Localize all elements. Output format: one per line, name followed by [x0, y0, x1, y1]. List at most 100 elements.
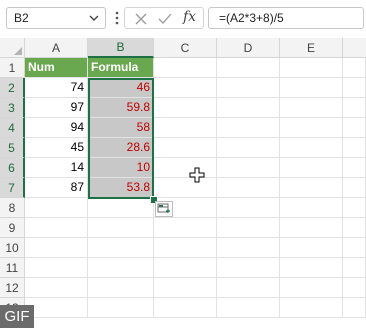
empty-cell[interactable] [343, 258, 366, 278]
row-header-3[interactable]: 3 [0, 98, 25, 118]
empty-cell[interactable] [280, 158, 343, 178]
cell-b6[interactable]: 10 [88, 158, 154, 178]
cell-b2[interactable]: 46 [88, 78, 154, 98]
empty-cell[interactable] [217, 238, 280, 258]
cell-b5[interactable]: 28.6 [88, 138, 154, 158]
cell-a4[interactable]: 94 [25, 118, 88, 138]
row-header-6[interactable]: 6 [0, 158, 25, 178]
empty-cell[interactable] [217, 158, 280, 178]
empty-cell[interactable] [154, 58, 217, 78]
empty-cell[interactable] [154, 158, 217, 178]
empty-cell[interactable] [25, 278, 88, 298]
empty-cell[interactable] [217, 138, 280, 158]
empty-cell[interactable] [154, 138, 217, 158]
cancel-icon[interactable] [133, 11, 149, 27]
empty-cell[interactable] [280, 238, 343, 258]
empty-cell[interactable] [280, 98, 343, 118]
empty-cell[interactable] [154, 118, 217, 138]
chevron-down-icon[interactable] [88, 12, 100, 24]
empty-cell[interactable] [343, 58, 366, 78]
empty-cell[interactable] [217, 98, 280, 118]
empty-cell[interactable] [88, 258, 154, 278]
cell-a7[interactable]: 87 [25, 178, 88, 198]
column-header-e[interactable]: E [280, 38, 343, 58]
row-header-2[interactable]: 2 [0, 78, 25, 98]
column-header-d[interactable]: D [217, 38, 280, 58]
empty-cell[interactable] [154, 218, 217, 238]
column-header-b[interactable]: B [88, 38, 154, 58]
empty-cell[interactable] [280, 298, 343, 318]
column-header-c[interactable]: C [154, 38, 217, 58]
empty-cell[interactable] [280, 178, 343, 198]
empty-cell[interactable] [280, 58, 343, 78]
cell-b4[interactable]: 58 [88, 118, 154, 138]
empty-cell[interactable] [343, 118, 366, 138]
empty-cell[interactable] [280, 138, 343, 158]
empty-cell[interactable] [25, 298, 88, 318]
empty-cell[interactable] [280, 118, 343, 138]
column-header-partial[interactable] [343, 38, 366, 58]
cell-a5[interactable]: 45 [25, 138, 88, 158]
empty-cell[interactable] [217, 78, 280, 98]
empty-cell[interactable] [88, 218, 154, 238]
empty-cell[interactable] [343, 138, 366, 158]
cell-a6[interactable]: 14 [25, 158, 88, 178]
row-header-5[interactable]: 5 [0, 138, 25, 158]
empty-cell[interactable] [343, 78, 366, 98]
empty-cell[interactable] [343, 178, 366, 198]
empty-cell[interactable] [343, 278, 366, 298]
empty-cell[interactable] [343, 198, 366, 218]
empty-cell[interactable] [88, 198, 154, 218]
empty-cell[interactable] [25, 238, 88, 258]
empty-cell[interactable] [217, 118, 280, 138]
empty-cell[interactable] [280, 258, 343, 278]
empty-cell[interactable] [25, 218, 88, 238]
row-header-1[interactable]: 1 [0, 58, 25, 78]
cell-a2[interactable]: 74 [25, 78, 88, 98]
empty-cell[interactable] [154, 98, 217, 118]
cell-b3[interactable]: 59.8 [88, 98, 154, 118]
more-options-icon[interactable] [114, 10, 120, 26]
empty-cell[interactable] [88, 278, 154, 298]
empty-cell[interactable] [217, 58, 280, 78]
empty-cell[interactable] [154, 238, 217, 258]
empty-cell[interactable] [88, 298, 154, 318]
row-header-11[interactable]: 11 [0, 258, 25, 278]
empty-cell[interactable] [217, 198, 280, 218]
empty-cell[interactable] [88, 238, 154, 258]
cell-a3[interactable]: 97 [25, 98, 88, 118]
row-header-9[interactable]: 9 [0, 218, 25, 238]
column-header-a[interactable]: A [25, 38, 88, 58]
cell-b1[interactable]: Formula [88, 58, 154, 78]
empty-cell[interactable] [217, 278, 280, 298]
cell-b7[interactable]: 53.8 [88, 178, 154, 198]
empty-cell[interactable] [217, 298, 280, 318]
empty-cell[interactable] [154, 178, 217, 198]
empty-cell[interactable] [154, 78, 217, 98]
empty-cell[interactable] [280, 218, 343, 238]
row-header-4[interactable]: 4 [0, 118, 25, 138]
row-header-10[interactable]: 10 [0, 238, 25, 258]
empty-cell[interactable] [25, 198, 88, 218]
empty-cell[interactable] [343, 218, 366, 238]
empty-cell[interactable] [343, 98, 366, 118]
formula-input[interactable]: =(A2*3+8)/5 [208, 7, 364, 29]
empty-cell[interactable] [343, 238, 366, 258]
row-header-7[interactable]: 7 [0, 178, 25, 198]
empty-cell[interactable] [280, 278, 343, 298]
empty-cell[interactable] [343, 158, 366, 178]
row-header-12[interactable]: 12 [0, 278, 25, 298]
empty-cell[interactable] [154, 298, 217, 318]
enter-check-icon[interactable] [157, 11, 173, 27]
name-box[interactable]: B2 [6, 7, 106, 29]
empty-cell[interactable] [217, 218, 280, 238]
empty-cell[interactable] [217, 258, 280, 278]
empty-cell[interactable] [154, 278, 217, 298]
select-all-corner[interactable] [0, 38, 25, 58]
cell-a1[interactable]: Num [25, 58, 88, 78]
insert-function-button[interactable]: fx [183, 9, 196, 25]
row-header-8[interactable]: 8 [0, 198, 25, 218]
empty-cell[interactable] [25, 258, 88, 278]
empty-cell[interactable] [343, 298, 366, 318]
empty-cell[interactable] [280, 78, 343, 98]
